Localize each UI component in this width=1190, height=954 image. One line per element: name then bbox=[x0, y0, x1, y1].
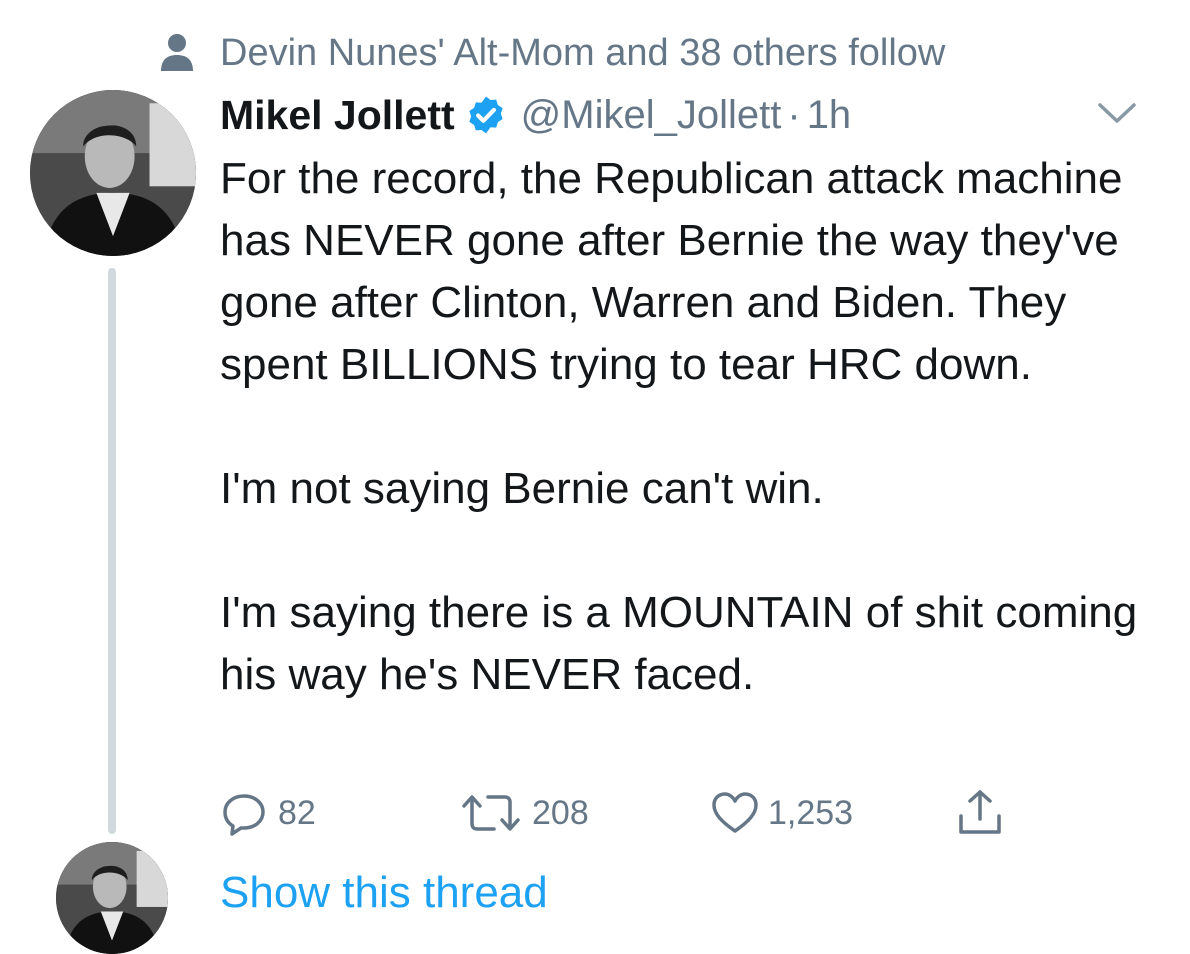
thread-avatar[interactable] bbox=[56, 842, 168, 954]
tweet-paragraph: For the record, the Republican attack ma… bbox=[220, 154, 1123, 389]
like-button[interactable]: 1,253 bbox=[710, 785, 853, 841]
social-context[interactable]: Devin Nunes' Alt-Mom and 38 others follo… bbox=[160, 28, 945, 78]
person-icon bbox=[160, 32, 196, 74]
tweet-header: Mikel Jollett @Mikel_Jollett · 1h bbox=[220, 85, 1170, 145]
tweet-paragraph: I'm not saying Bernie can't win. bbox=[220, 464, 824, 513]
display-name[interactable]: Mikel Jollett bbox=[220, 92, 455, 139]
avatar-photo bbox=[30, 90, 196, 256]
verified-badge-icon bbox=[465, 94, 507, 136]
retweet-count: 208 bbox=[532, 793, 589, 832]
chevron-down-icon[interactable] bbox=[1094, 93, 1140, 133]
avatar[interactable] bbox=[30, 90, 196, 256]
thread-line bbox=[108, 268, 116, 834]
user-handle[interactable]: @Mikel_Jollett bbox=[521, 93, 782, 138]
avatar-photo bbox=[56, 842, 168, 954]
tweet-actions: 82 208 1,253 bbox=[220, 785, 1040, 841]
tweet-paragraph: I'm saying there is a MOUNTAIN of shit c… bbox=[220, 588, 1138, 699]
retweet-icon bbox=[462, 795, 520, 831]
share-icon bbox=[959, 790, 1001, 834]
reply-button[interactable]: 82 bbox=[220, 785, 316, 841]
heart-icon bbox=[712, 792, 758, 833]
separator-dot: · bbox=[787, 92, 801, 137]
timestamp[interactable]: 1h bbox=[807, 93, 852, 138]
show-thread-link[interactable]: Show this thread bbox=[220, 868, 548, 918]
retweet-button[interactable]: 208 bbox=[458, 785, 589, 841]
reply-count: 82 bbox=[278, 793, 316, 832]
reply-icon bbox=[223, 794, 265, 836]
social-context-text: Devin Nunes' Alt-Mom and 38 others follo… bbox=[220, 31, 946, 74]
like-count: 1,253 bbox=[768, 793, 854, 832]
share-button[interactable] bbox=[955, 785, 1013, 841]
tweet-text: For the record, the Republican attack ma… bbox=[220, 148, 1165, 706]
